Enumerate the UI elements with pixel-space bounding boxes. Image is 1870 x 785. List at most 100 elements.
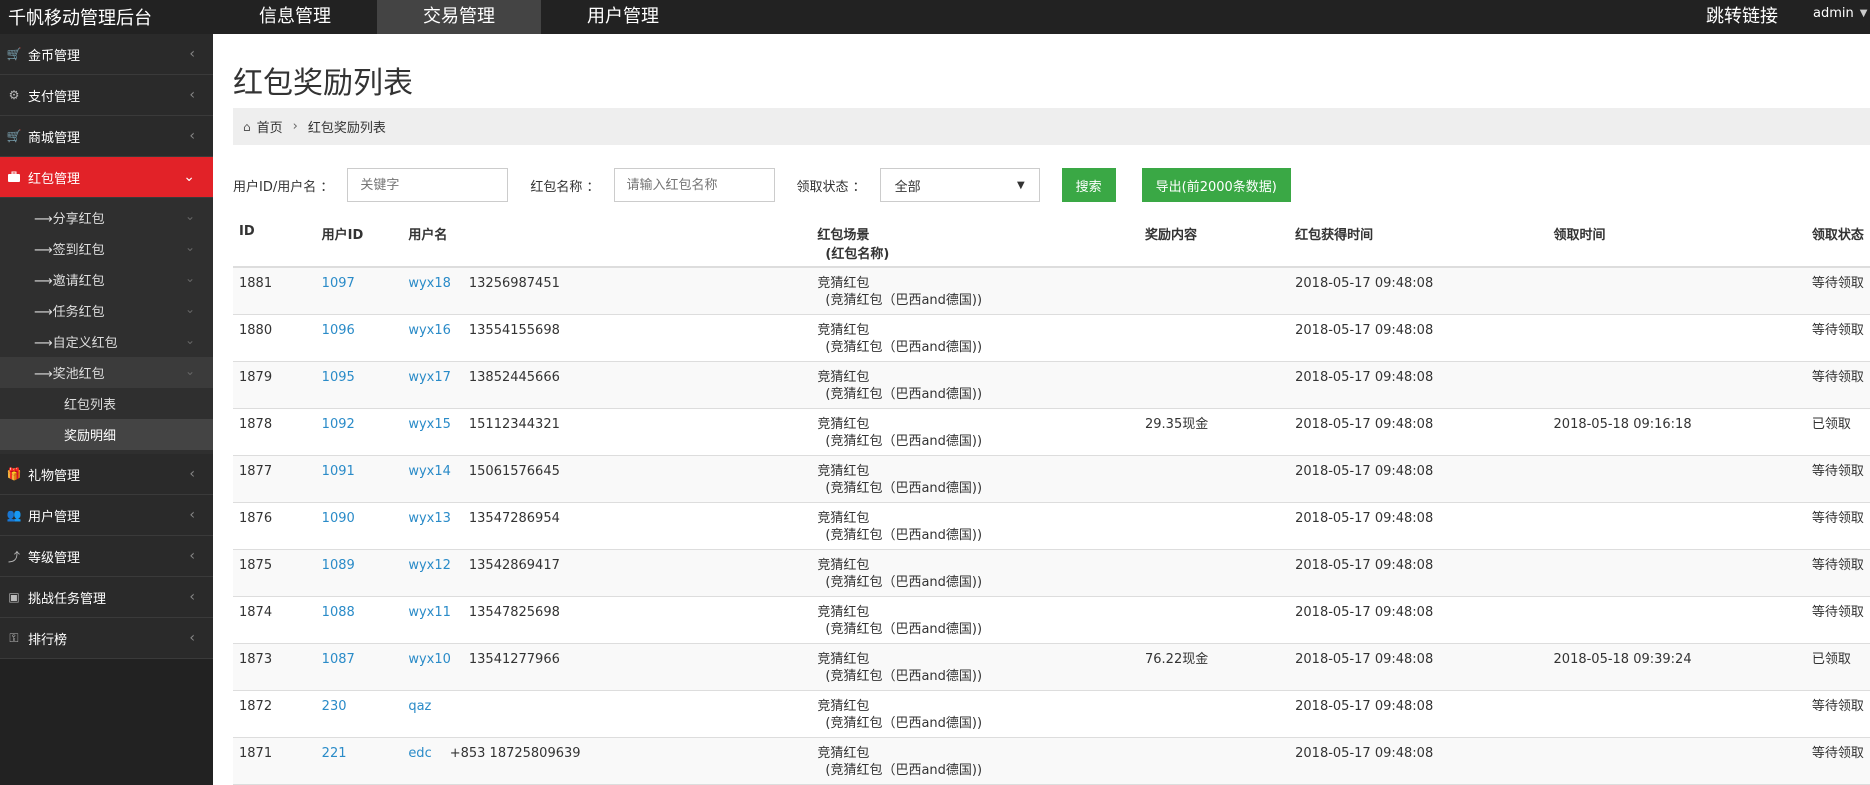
- cell-reward: [1139, 502, 1290, 550]
- col-got-time: 红包获得时间: [1289, 216, 1548, 268]
- packet-name-input[interactable]: [613, 168, 775, 202]
- sidebar-leaf-reward-detail[interactable]: 奖励明细: [0, 419, 213, 450]
- phone-text: +853 18725809639: [449, 745, 581, 761]
- sidebar-item-ranking[interactable]: ⚿ 排行榜 ‹: [0, 618, 213, 659]
- cell-username: wyx18 13256987451: [402, 267, 812, 315]
- user-id-link[interactable]: 221: [322, 746, 347, 761]
- table-row: 1875 1089 wyx12 13542869417 竞猜红包 (竞猜红包（巴西and德…: [233, 549, 1870, 597]
- user-id-link[interactable]: 1090: [322, 511, 355, 526]
- topnav-users[interactable]: 用户管理: [541, 0, 705, 34]
- cell-scene: 竞猜红包 (竞猜红包（巴西and德国)): [811, 267, 1139, 315]
- sidebar-sub-signin[interactable]: ⟶签到红包 ⌄: [0, 233, 213, 264]
- sidebar-item-users[interactable]: 👥 用户管理 ‹: [0, 495, 213, 536]
- scene-sub-text: (竞猜红包（巴西and德国)): [825, 715, 983, 731]
- user-id-link[interactable]: 1095: [322, 370, 355, 385]
- user-id-link[interactable]: 1091: [322, 464, 355, 479]
- admin-menu[interactable]: admin ▼: [1813, 6, 1867, 21]
- sidebar-item-label: 红包管理: [28, 171, 81, 187]
- username-link[interactable]: wyx11: [408, 605, 451, 620]
- sidebar-item-mall[interactable]: 🛒 商城管理 ‹: [0, 116, 213, 157]
- cell-reward: 76.22现金: [1139, 643, 1290, 691]
- sidebar: 🛒 金币管理 ‹ ⚙ 支付管理 ‹ 🛒 商城管理 ‹ 红包管理 ⌄ ⟶分享红包 …: [0, 34, 213, 785]
- col-username: 用户名: [402, 216, 812, 268]
- username-link[interactable]: wyx14: [408, 464, 451, 479]
- username-link[interactable]: wyx18: [408, 276, 451, 291]
- user-id-link[interactable]: 1092: [322, 417, 355, 432]
- username-link[interactable]: edc: [408, 746, 431, 761]
- cell-username: edc +853 18725809639: [402, 737, 812, 785]
- sidebar-sub-invite[interactable]: ⟶邀请红包 ⌄: [0, 264, 213, 295]
- sidebar-item-challenge[interactable]: ▣ 挑战任务管理 ‹: [0, 577, 213, 618]
- user-id-link[interactable]: 1087: [322, 652, 355, 667]
- cell-id: 1875: [233, 549, 316, 597]
- sidebar-sub-custom[interactable]: ⟶自定义红包 ⌄: [0, 326, 213, 357]
- cell-id: 1876: [233, 502, 316, 550]
- scene-sub-text: (竞猜红包（巴西and德国)): [825, 386, 983, 402]
- cell-user-id: 1096: [315, 314, 403, 362]
- topnav-trade[interactable]: 交易管理: [377, 0, 541, 34]
- sidebar-item-label: 挑战任务管理: [28, 591, 107, 607]
- username-link[interactable]: wyx15: [408, 417, 451, 432]
- status-select[interactable]: 全部 ▼: [879, 168, 1040, 202]
- cell-status: 已领取: [1805, 408, 1870, 456]
- cell-id: 1880: [233, 314, 316, 362]
- table-row: 1876 1090 wyx13 13547286954 竞猜红包 (竞猜红包（巴西and德…: [233, 502, 1870, 550]
- sidebar-item-levels[interactable]: ⤴ 等级管理 ‹: [0, 536, 213, 577]
- cell-user-id: 1092: [315, 408, 403, 456]
- cell-username: wyx13 13547286954: [402, 502, 812, 550]
- sidebar-item-gifts[interactable]: 🎁 礼物管理 ‹: [0, 454, 213, 495]
- breadcrumb: ⌂ 首页 › 红包奖励列表: [233, 108, 1870, 145]
- cell-id: 1878: [233, 408, 316, 456]
- sidebar-item-label: 支付管理: [28, 89, 81, 105]
- sidebar-item-coins[interactable]: 🛒 金币管理 ‹: [0, 34, 213, 75]
- phone-text: 13554155698: [468, 322, 560, 338]
- sidebar-item-redpacket[interactable]: 红包管理 ⌄: [0, 157, 213, 198]
- cell-username: wyx14 15061576645: [402, 455, 812, 503]
- user-id-link[interactable]: 1096: [322, 323, 355, 338]
- username-link[interactable]: wyx10: [408, 652, 451, 667]
- user-keyword-input[interactable]: [347, 168, 509, 202]
- export-button[interactable]: 导出(前2000条数据): [1141, 168, 1291, 202]
- cell-reward: 29.35现金: [1139, 408, 1290, 456]
- sidebar-item-payment[interactable]: ⚙ 支付管理 ‹: [0, 75, 213, 116]
- table-row: 1874 1088 wyx11 13547825698 竞猜红包 (竞猜红包（巴西and德…: [233, 596, 1870, 644]
- cell-got-time: 2018-05-17 09:48:08: [1289, 502, 1548, 550]
- sidebar-sub-pool[interactable]: ⟶奖池红包 ⌄: [0, 357, 213, 388]
- sidebar-item-label: 商城管理: [28, 130, 81, 146]
- username-link[interactable]: wyx17: [408, 370, 451, 385]
- cell-reward: [1139, 690, 1290, 738]
- scene-sub-text: (竞猜红包（巴西and德国)): [825, 527, 983, 543]
- user-id-link[interactable]: 1089: [322, 558, 355, 573]
- sidebar-item-label: 礼物管理: [28, 468, 81, 484]
- sidebar-sub-task[interactable]: ⟶任务红包 ⌄: [0, 295, 213, 326]
- page-title: 红包奖励列表: [233, 66, 413, 101]
- cart-icon: 🛒: [6, 129, 22, 143]
- user-id-link[interactable]: 230: [322, 699, 347, 714]
- phone-text: 13256987451: [468, 276, 560, 291]
- cell-got-time: 2018-05-17 09:48:08: [1289, 267, 1548, 315]
- user-id-link[interactable]: 1097: [322, 276, 355, 291]
- topnav-info[interactable]: 信息管理: [213, 0, 377, 34]
- user-id-link[interactable]: 1088: [322, 605, 355, 620]
- brand-title: 千帆移动管理后台: [8, 8, 152, 29]
- cell-got-time: 2018-05-17 09:48:08: [1289, 361, 1548, 409]
- sidebar-sub-share[interactable]: ⟶分享红包 ⌄: [0, 202, 213, 233]
- username-link[interactable]: wyx13: [408, 511, 451, 526]
- cell-username: wyx11 13547825698: [402, 596, 812, 644]
- search-button[interactable]: 搜索: [1061, 168, 1116, 202]
- sidebar-leaf-packet-list[interactable]: 红包列表: [0, 388, 213, 419]
- username-link[interactable]: wyx16: [408, 323, 451, 338]
- chevron-down-icon: ⌄: [183, 169, 195, 185]
- cell-status: 已领取: [1805, 643, 1870, 691]
- breadcrumb-home[interactable]: 首页: [257, 117, 283, 136]
- sitemap-icon: ⚿: [9, 630, 19, 645]
- username-link[interactable]: wyx12: [408, 558, 451, 573]
- chevron-left-icon: ‹: [189, 548, 195, 564]
- caret-down-icon: ▼: [1859, 8, 1868, 19]
- chevron-left-icon: ‹: [189, 507, 195, 523]
- jump-link[interactable]: 跳转链接: [1706, 0, 1778, 34]
- cell-claim-time: [1547, 361, 1806, 409]
- username-link[interactable]: qaz: [408, 699, 431, 714]
- cell-got-time: 2018-05-17 09:48:08: [1289, 314, 1548, 362]
- phone-text: 15061576645: [468, 463, 560, 479]
